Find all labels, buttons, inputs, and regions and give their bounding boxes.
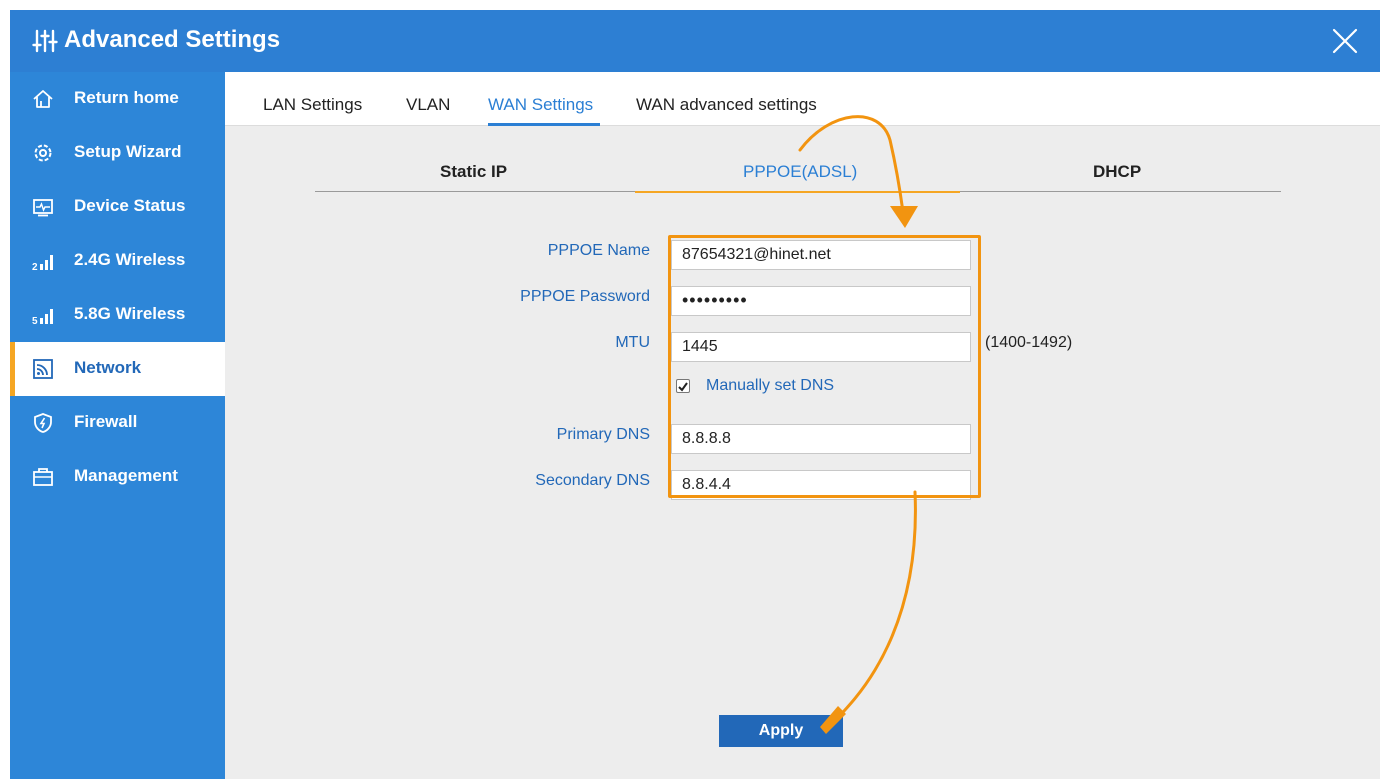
mtu-input[interactable]: [671, 332, 971, 362]
tab-wan-settings[interactable]: WAN Settings: [488, 95, 593, 115]
advanced-settings-window: Advanced Settings Return home Setup Wiza…: [10, 10, 1380, 779]
primary-dns-label: Primary DNS: [556, 426, 650, 443]
toolbox-icon: [33, 468, 53, 486]
sidebar-item-label: 5.8G Wireless: [74, 304, 186, 323]
mtu-label: MTU: [615, 334, 650, 351]
sidebar-item-firewall[interactable]: Firewall: [10, 396, 225, 450]
pppoe-password-label: PPPOE Password: [520, 288, 650, 305]
subtab-active-underline: [635, 191, 960, 193]
mtu-range-hint: (1400-1492): [985, 334, 1073, 351]
tab-bar: LAN Settings VLAN WAN Settings WAN advan…: [225, 72, 1380, 126]
gear-icon: [34, 144, 52, 162]
sidebar-item-device-status[interactable]: Device Status: [10, 180, 225, 234]
pppoe-name-input[interactable]: [671, 240, 971, 270]
close-icon[interactable]: [1330, 26, 1360, 56]
sidebar-item-management[interactable]: Management: [10, 450, 225, 504]
sidebar-item-label: Setup Wizard: [74, 142, 182, 161]
main-content: LAN Settings VLAN WAN Settings WAN advan…: [225, 72, 1380, 779]
active-tab-underline: [488, 123, 600, 126]
monitor-pulse-icon: [33, 199, 53, 217]
subtab-pppoe[interactable]: PPPOE(ADSL): [743, 162, 857, 182]
home-icon: [33, 90, 53, 108]
apply-button[interactable]: Apply: [719, 715, 843, 747]
checkmark-icon: [678, 382, 688, 392]
primary-dns-input[interactable]: [671, 424, 971, 454]
sidebar: Return home Setup Wizard Device Status 2: [10, 72, 225, 779]
sidebar-item-setup-wizard[interactable]: Setup Wizard: [10, 126, 225, 180]
secondary-dns-label: Secondary DNS: [535, 472, 650, 489]
sidebar-item-2g-wireless[interactable]: 2 2.4G Wireless: [10, 234, 225, 288]
svg-text:2: 2: [32, 262, 38, 272]
sliders-icon: [32, 29, 58, 53]
shield-icon: [34, 413, 52, 433]
subtab-dhcp[interactable]: DHCP: [1093, 162, 1141, 182]
title-bar: Advanced Settings: [10, 10, 1380, 72]
sidebar-item-label: Device Status: [74, 196, 186, 215]
window-title: Advanced Settings: [64, 26, 281, 53]
pppoe-name-label: PPPOE Name: [547, 242, 650, 259]
svg-text:5: 5: [32, 316, 38, 326]
signal-5g-icon: 5: [32, 309, 53, 326]
sidebar-item-label: Return home: [74, 88, 179, 107]
tab-vlan[interactable]: VLAN: [406, 95, 450, 115]
sidebar-item-network[interactable]: Network: [10, 342, 225, 396]
sidebar-item-label: Management: [74, 466, 178, 485]
sidebar-item-label: 2.4G Wireless: [74, 250, 186, 269]
manual-dns-label[interactable]: Manually set DNS: [706, 377, 834, 395]
annotation-highlight-box: [668, 235, 981, 498]
manual-dns-checkbox[interactable]: [676, 379, 690, 393]
tab-lan-settings[interactable]: LAN Settings: [263, 95, 362, 115]
secondary-dns-input[interactable]: [671, 470, 971, 500]
subtab-static-ip[interactable]: Static IP: [440, 162, 507, 182]
pppoe-password-input[interactable]: •••••••••: [671, 286, 971, 316]
sidebar-item-label: Firewall: [74, 412, 138, 431]
sidebar-item-5g-wireless[interactable]: 5 5.8G Wireless: [10, 288, 225, 342]
signal-2g-icon: 2: [32, 255, 53, 272]
sidebar-item-return-home[interactable]: Return home: [10, 72, 225, 126]
sidebar-item-label: Network: [74, 358, 142, 377]
tab-wan-advanced-settings[interactable]: WAN advanced settings: [636, 95, 817, 115]
network-icon: [33, 359, 53, 379]
